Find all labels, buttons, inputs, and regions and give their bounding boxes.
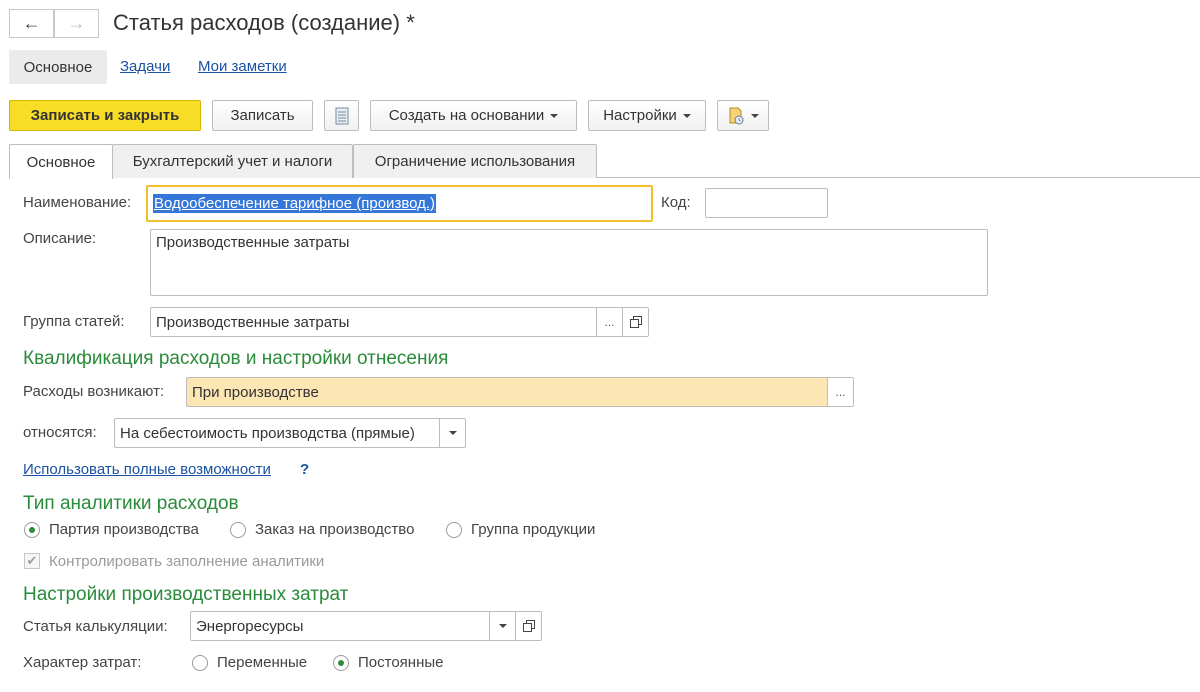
group-open-button[interactable]	[622, 308, 648, 336]
back-button[interactable]: ←	[9, 9, 54, 38]
full-features-link[interactable]: Использовать полные возможности	[23, 461, 271, 478]
arise-select-button[interactable]: ...	[827, 378, 853, 406]
radio-production-batch[interactable]	[24, 522, 40, 538]
arise-label: Расходы возникают:	[23, 383, 165, 400]
section-tasks-link[interactable]: Задачи	[120, 58, 170, 75]
radio-production-batch-label[interactable]: Партия производства	[49, 521, 199, 538]
radio-fixed[interactable]	[333, 655, 349, 671]
name-input[interactable]: Водообеспечение тарифное (производ.)	[146, 185, 653, 222]
ellipsis-icon: ...	[604, 315, 615, 329]
ellipsis-icon: ...	[835, 385, 846, 399]
radio-production-order-label[interactable]: Заказ на производство	[255, 521, 414, 538]
arrow-left-icon: ←	[22, 13, 41, 33]
qualification-group-title: Квалификация расходов и настройки отнесе…	[23, 348, 449, 369]
description-label: Описание:	[23, 230, 97, 247]
create-based-on-button[interactable]: Создать на основании	[370, 100, 577, 131]
radio-variable[interactable]	[192, 655, 208, 671]
open-window-icon	[629, 316, 642, 328]
code-label: Код:	[661, 194, 691, 211]
save-button[interactable]: Записать	[212, 100, 313, 131]
radio-fixed-label[interactable]: Постоянные	[358, 654, 443, 671]
radio-product-group[interactable]	[446, 522, 462, 538]
chevron-down-icon	[550, 113, 559, 118]
radio-product-group-label[interactable]: Группа продукции	[471, 521, 595, 538]
group-input[interactable]: Производственные затраты ...	[150, 307, 649, 337]
chevron-down-icon	[682, 113, 691, 118]
arrow-right-icon: →	[67, 13, 86, 33]
open-window-icon	[522, 620, 535, 632]
save-and-close-button[interactable]: Записать и закрыть	[9, 100, 201, 131]
analytics-group-title: Тип аналитики расходов	[23, 493, 239, 514]
print-menu-button[interactable]	[717, 100, 769, 131]
relate-label: относятся:	[23, 424, 97, 441]
settings-label: Настройки	[603, 107, 677, 124]
calc-dropdown-button[interactable]	[489, 612, 515, 640]
checkmark-icon: ✔	[26, 553, 38, 568]
production-group-title: Настройки производственных затрат	[23, 584, 349, 605]
group-label: Группа статей:	[23, 313, 125, 330]
chevron-down-icon	[751, 113, 759, 118]
document-list-icon	[335, 107, 348, 124]
radio-variable-label[interactable]: Переменные	[217, 654, 307, 671]
radio-production-order[interactable]	[230, 522, 246, 538]
window-title: Статья расходов (создание) *	[113, 10, 415, 35]
group-select-button[interactable]: ...	[596, 308, 622, 336]
name-label: Наименование:	[23, 194, 132, 211]
help-icon[interactable]: ?	[300, 461, 309, 478]
control-analytics-checkbox[interactable]: ✔	[24, 553, 40, 569]
arise-input[interactable]: При производстве ...	[186, 377, 854, 407]
control-analytics-label: Контролировать заполнение аналитики	[49, 553, 325, 570]
create-based-on-label: Создать на основании	[388, 107, 545, 124]
document-list-button[interactable]	[324, 100, 359, 131]
arise-value: При производстве	[192, 383, 319, 401]
forward-button[interactable]: →	[54, 9, 99, 38]
calc-value: Энергоресурсы	[196, 617, 304, 635]
calc-select[interactable]: Энергоресурсы	[190, 611, 542, 641]
description-value: Производственные затраты	[156, 234, 350, 251]
name-value: Водообеспечение тарифное (производ.)	[153, 194, 437, 213]
relate-select[interactable]: На себестоимость производства (прямые)	[114, 418, 466, 448]
tab-main[interactable]: Основное	[9, 144, 113, 179]
settings-button[interactable]: Настройки	[588, 100, 706, 131]
cost-nature-label: Характер затрат:	[23, 654, 142, 671]
chevron-down-icon	[498, 624, 507, 628]
calc-open-button[interactable]	[515, 612, 541, 640]
description-textarea[interactable]: Производственные затраты	[150, 229, 988, 296]
calc-label: Статья калькуляции:	[23, 618, 168, 635]
code-input[interactable]	[705, 188, 828, 218]
chevron-down-icon	[448, 431, 457, 435]
section-main[interactable]: Основное	[9, 50, 107, 84]
relate-value: На себестоимость производства (прямые)	[120, 424, 415, 442]
tab-accounting-taxes[interactable]: Бухгалтерский учет и налоги	[112, 144, 353, 178]
tab-usage-restriction[interactable]: Ограничение использования	[353, 144, 597, 178]
report-icon	[729, 107, 744, 124]
relate-dropdown-button[interactable]	[439, 419, 465, 447]
group-value: Производственные затраты	[156, 313, 350, 331]
section-notes-link[interactable]: Мои заметки	[198, 58, 287, 75]
